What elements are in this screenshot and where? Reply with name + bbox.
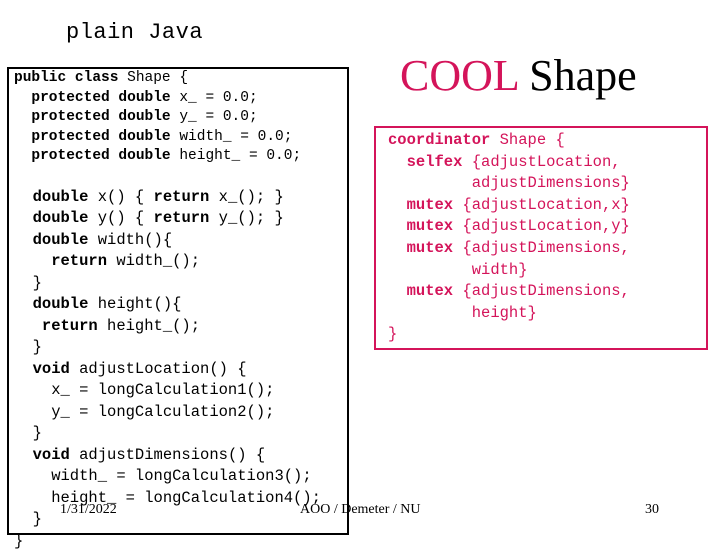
code-text: }	[14, 338, 42, 356]
cool-code-listing: coordinator Shape { selfex {adjustLocati…	[388, 130, 630, 346]
code-line	[14, 167, 321, 187]
code-text: height(){	[88, 295, 181, 313]
cool-code-box: coordinator Shape { selfex {adjustLocati…	[374, 126, 708, 350]
code-text: {adjustDimensions,	[453, 239, 630, 257]
code-text: Shape {	[118, 70, 188, 86]
code-keyword: return	[154, 209, 210, 227]
code-line: y_ = longCalculation2();	[14, 402, 321, 424]
code-line: public class Shape {	[14, 69, 321, 89]
code-keyword: protected double	[14, 148, 171, 164]
code-keyword: protected double	[14, 90, 171, 106]
code-line: mutex {adjustLocation,x}	[388, 195, 630, 217]
code-keyword: coordinator	[388, 131, 490, 149]
code-text: y_ = 0.0;	[171, 109, 258, 125]
code-text: {adjustDimensions,	[453, 282, 630, 300]
code-text: width}	[388, 261, 528, 279]
code-text: }	[14, 424, 42, 442]
code-keyword: mutex	[388, 239, 453, 257]
code-text: {adjustLocation,	[462, 153, 620, 171]
code-line: return width_();	[14, 251, 321, 273]
code-text: x_ = longCalculation1();	[14, 381, 274, 399]
code-keyword: protected double	[14, 109, 171, 125]
code-line: x_ = longCalculation1();	[14, 380, 321, 402]
code-keyword: protected double	[14, 129, 171, 145]
code-line: coordinator Shape {	[388, 130, 630, 152]
code-text: x_ = 0.0;	[171, 90, 258, 106]
code-line: }	[388, 324, 630, 346]
code-text: height_ = 0.0;	[171, 148, 302, 164]
code-text: }	[14, 532, 23, 550]
code-line: selfex {adjustLocation,	[388, 152, 630, 174]
code-text: x_(); }	[209, 188, 283, 206]
code-keyword: void	[14, 446, 70, 464]
code-text: }	[14, 274, 42, 292]
title-cool: COOL	[400, 51, 518, 100]
code-line: protected double width_ = 0.0;	[14, 128, 321, 148]
code-text: height_();	[98, 317, 200, 335]
code-line: height}	[388, 303, 630, 325]
code-text: width(){	[88, 231, 172, 249]
code-line: mutex {adjustDimensions,	[388, 281, 630, 303]
code-text: {adjustLocation,y}	[453, 217, 630, 235]
code-line: }	[14, 337, 321, 359]
code-text: Shape {	[490, 131, 564, 149]
code-line: double y() { return y_(); }	[14, 208, 321, 230]
code-keyword: return	[14, 252, 107, 270]
code-line: width_ = longCalculation3();	[14, 466, 321, 488]
code-keyword: void	[14, 360, 70, 378]
code-line: void adjustLocation() {	[14, 359, 321, 381]
code-text: }	[14, 510, 42, 528]
title-shape: Shape	[518, 51, 637, 100]
code-text: width_ = longCalculation3();	[14, 467, 312, 485]
slide-title: COOL Shape	[400, 50, 637, 102]
code-line: }	[14, 531, 321, 552]
code-line: mutex {adjustLocation,y}	[388, 216, 630, 238]
code-keyword: return	[14, 317, 98, 335]
code-line: void adjustDimensions() {	[14, 445, 321, 467]
code-text: y() {	[88, 209, 153, 227]
code-keyword: mutex	[388, 282, 453, 300]
code-keyword: mutex	[388, 196, 453, 214]
code-line: }	[14, 273, 321, 295]
java-code-box: public class Shape { protected double x_…	[7, 67, 349, 535]
code-text: width_ = 0.0;	[171, 129, 293, 145]
code-text: adjustLocation() {	[70, 360, 247, 378]
code-keyword: return	[154, 188, 210, 206]
footer-course: AOO / Demeter / NU	[300, 502, 421, 518]
code-line: width}	[388, 260, 630, 282]
code-text: adjustDimensions}	[388, 174, 630, 192]
code-text: width_();	[107, 252, 200, 270]
code-text: adjustDimensions() {	[70, 446, 265, 464]
code-text: {adjustLocation,x}	[453, 196, 630, 214]
code-line: double height(){	[14, 294, 321, 316]
code-keyword: double	[14, 188, 88, 206]
code-line: adjustDimensions}	[388, 173, 630, 195]
code-line: protected double height_ = 0.0;	[14, 147, 321, 167]
code-line: mutex {adjustDimensions,	[388, 238, 630, 260]
code-text: x() {	[88, 188, 153, 206]
code-line: protected double x_ = 0.0;	[14, 89, 321, 109]
code-keyword: selfex	[388, 153, 462, 171]
page-number: 30	[645, 502, 659, 518]
code-line: protected double y_ = 0.0;	[14, 108, 321, 128]
code-line: double x() { return x_(); }	[14, 187, 321, 209]
code-keyword: mutex	[388, 217, 453, 235]
code-text: y_(); }	[209, 209, 283, 227]
footer-date: 1/31/2022	[60, 502, 117, 518]
code-keyword: public class	[14, 70, 118, 86]
code-line: }	[14, 423, 321, 445]
code-keyword: double	[14, 295, 88, 313]
java-code-listing: public class Shape { protected double x_…	[14, 69, 321, 552]
code-line: return height_();	[14, 316, 321, 338]
code-text: }	[388, 325, 397, 343]
code-line: double width(){	[14, 230, 321, 252]
code-text: height}	[388, 304, 537, 322]
code-text: y_ = longCalculation2();	[14, 403, 274, 421]
plain-java-label: plain Java	[66, 20, 203, 45]
code-keyword: double	[14, 231, 88, 249]
code-keyword: double	[14, 209, 88, 227]
